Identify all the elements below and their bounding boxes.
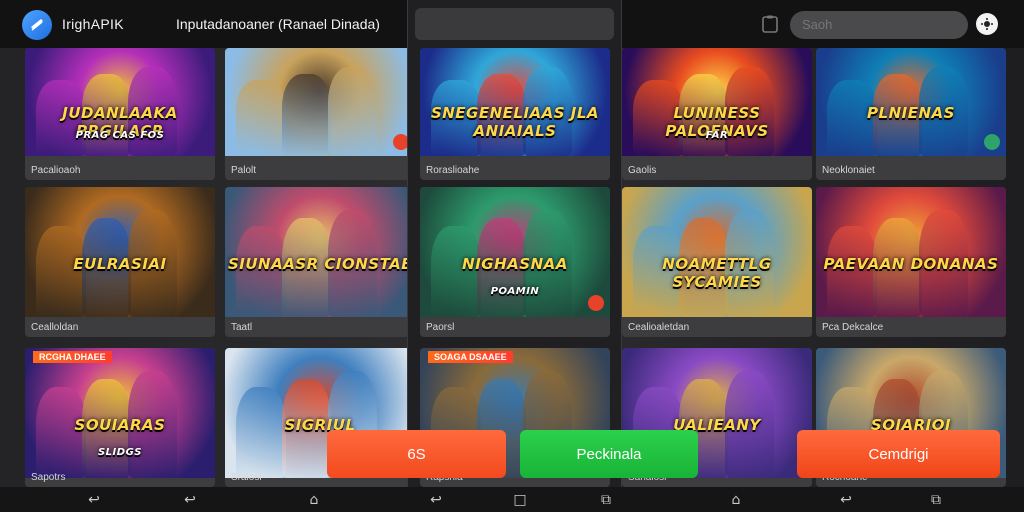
game-tile[interactable]: LUNINESS PALOENAVS FAR Gaolis xyxy=(622,48,812,180)
recent-icon[interactable]: ⧉ xyxy=(598,492,614,508)
game-artwork: NIGHASNAA POAMIN xyxy=(420,187,610,317)
tile-caption: Pacalioaoh xyxy=(31,165,81,176)
tile-caption: Neoklonaiet xyxy=(822,165,875,176)
tile-caption: Sralosl xyxy=(231,472,262,483)
character-figure xyxy=(282,73,332,156)
game-title: NIGHASNAA xyxy=(462,254,568,273)
character-figure xyxy=(327,67,377,156)
recent-icon[interactable]: ⧉ xyxy=(928,492,944,508)
game-tile[interactable]: EULRASIAI Cealloldan xyxy=(25,187,215,337)
game-tile[interactable]: SIUNAASR CIONSTAE Taatl xyxy=(225,187,415,337)
overlay-input[interactable] xyxy=(415,8,614,40)
game-artwork: PLNIENAS xyxy=(816,48,1006,156)
back-icon[interactable]: ↩ xyxy=(428,492,444,508)
game-artwork: EULRASIAI xyxy=(25,187,215,317)
back-icon[interactable]: ↩ xyxy=(182,492,198,508)
ok-button[interactable]: 6S xyxy=(327,430,506,478)
game-artwork: SIUNAASR CIONSTAE xyxy=(225,187,415,317)
game-tile[interactable]: Palolt xyxy=(225,48,415,180)
game-tile[interactable]: JUDANLAAKA PRGILACR PRAG CAS FOS Pacalioao… xyxy=(25,48,215,180)
game-subtitle: PRAG CAS FOS xyxy=(75,130,165,142)
search-input[interactable] xyxy=(790,11,968,39)
tile-caption: Paorsl xyxy=(426,322,455,333)
game-artwork xyxy=(225,48,415,156)
game-subtitle: FAR xyxy=(705,130,729,142)
game-tile[interactable]: NIGHASNAA POAMIN Paorsl xyxy=(420,187,610,337)
game-artwork: JUDANLAAKA PRGILACR PRAG CAS FOS xyxy=(25,48,215,156)
game-artwork: SNEGENELIAAS JLA ANIAIALS xyxy=(420,48,610,156)
game-title: PLNIENAS xyxy=(867,104,955,123)
game-title: SNEGENELIAAS JLA ANIAIALS xyxy=(430,104,600,141)
game-title: PAEVAAN DONANAS xyxy=(823,254,999,273)
page-title: Inputadanoaner (Ranael Dinada) xyxy=(176,16,380,32)
game-tile[interactable]: PAEVAAN DONANAS Pca Dekcalce xyxy=(816,187,1006,337)
game-title: SOUIARAS xyxy=(74,415,166,434)
game-subtitle: SLIDGS xyxy=(97,446,142,458)
character-figure xyxy=(236,80,286,156)
tile-caption: Palolt xyxy=(231,165,257,176)
tile-caption: Cealioaletdan xyxy=(628,322,690,333)
back-icon[interactable]: ↩ xyxy=(86,492,102,508)
settings-icon[interactable] xyxy=(976,13,998,35)
tile-ribbon: RCGHA DHAEE xyxy=(33,351,112,363)
game-artwork: PAEVAAN DONANAS xyxy=(816,187,1006,317)
home-icon[interactable]: ⌂ xyxy=(728,492,744,508)
game-tile[interactable]: NOAMETTLG SYCAMIES Cealioaletdan xyxy=(622,187,812,337)
tile-caption: Gaolis xyxy=(628,165,657,176)
home-icon[interactable]: ⌂ xyxy=(306,492,322,508)
game-tile[interactable]: SNEGENELIAAS JLA ANIAIALS Roraslioahe xyxy=(420,48,610,180)
tile-caption: Taatl xyxy=(231,322,253,333)
tile-ribbon: SOAGA DSAAEE xyxy=(428,351,513,363)
clipboard-icon[interactable] xyxy=(759,13,781,35)
game-artwork: RCGHA DHAEE SOUIARAS SLIDGS xyxy=(25,348,215,478)
game-title: SIUNAASR CIONSTAE xyxy=(227,254,413,273)
tile-caption: Cealloldan xyxy=(31,322,79,333)
peckinala-button[interactable]: Peckinala xyxy=(520,430,698,478)
game-title: EULRASIAI xyxy=(73,254,167,273)
app-screen: IrighAPIK Inputadanoaner (Ranael Dinada)… xyxy=(0,0,1024,512)
game-tile[interactable]: RCGHA DHAEE SOUIARAS SLIDGS Sapotrs xyxy=(25,348,215,487)
app-name: IrighAPIK xyxy=(62,16,124,32)
cemdrigi-button[interactable]: Cemdrigi xyxy=(797,430,1000,478)
game-title: NOAMETTLG SYCAMIES xyxy=(662,254,772,291)
app-logo-icon[interactable] xyxy=(22,10,52,40)
tile-caption: Pca Dekcalce xyxy=(822,322,884,333)
game-subtitle: POAMIN xyxy=(490,285,540,297)
game-artwork: NOAMETTLG SYCAMIES xyxy=(622,187,812,317)
tile-caption: Roraslioahe xyxy=(426,165,480,176)
store-badge-icon xyxy=(984,134,1000,150)
back-icon[interactable]: ↩ xyxy=(838,492,854,508)
game-artwork: LUNINESS PALOENAVS FAR xyxy=(622,48,812,156)
square-icon[interactable]: □ xyxy=(512,492,528,508)
game-tile[interactable]: PLNIENAS Neoklonaiet xyxy=(816,48,1006,180)
store-badge-icon xyxy=(588,295,604,311)
tile-caption: Sapotrs xyxy=(31,472,66,483)
